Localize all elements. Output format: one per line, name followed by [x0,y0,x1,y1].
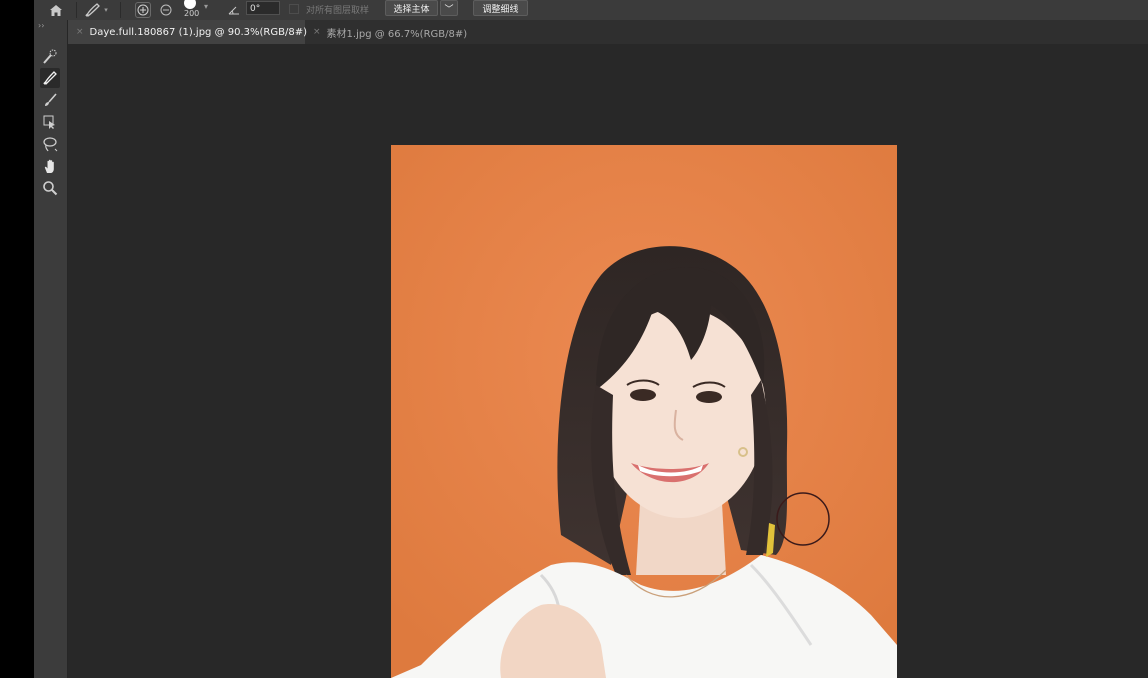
hand-tool[interactable] [40,156,60,176]
close-icon[interactable]: × [76,27,84,37]
chevron-down-icon: ▾ [104,6,108,14]
separator [120,2,121,18]
refine-edge-brush-tool[interactable] [40,68,60,88]
tab-label: Daye.full.180867 (1).jpg @ 90.3%(RGB/8#) [89,26,307,38]
document-image[interactable] [391,145,897,678]
options-bar: ▾ 200 ▾ 0° 对所有图层取样 选择主体 ﹀ 调整细线 [34,0,1148,21]
refine-edge-brush-icon [85,3,101,17]
select-subject-button[interactable]: 选择主体 [385,0,438,16]
brush-icon [45,93,57,106]
tab-label: 素材1.jpg @ 66.7%(RGB/8#) [326,28,468,40]
zoom-tool[interactable] [40,178,60,198]
select-subject-dropdown[interactable]: ﹀ [440,0,458,16]
add-to-selection-button[interactable] [134,0,152,20]
brush-tip-icon [184,0,196,9]
brush-size-value: 200 [184,9,200,18]
collapse-panel-button[interactable]: ›› [38,21,44,30]
chevron-down-icon[interactable]: ▾ [204,2,208,11]
object-selection-icon [43,115,55,129]
document-tab-bar: × Daye.full.180867 (1).jpg @ 90.3%(RGB/8… [68,20,1148,44]
sample-all-layers-checkbox[interactable] [289,4,299,14]
tools-panel: ›› [34,20,68,678]
angle-icon [228,6,239,15]
lasso-tool[interactable] [40,134,60,154]
separator [76,2,77,18]
refine-edge-brush-icon [43,71,57,85]
close-icon[interactable]: × [313,27,321,37]
subtract-from-selection-button[interactable] [157,0,175,20]
tool-preset-picker[interactable]: ▾ [80,0,112,20]
angle-input[interactable]: 0° [246,1,280,15]
lasso-icon [43,137,58,152]
quick-selection-tool[interactable] [40,47,60,67]
portrait-photo [391,145,897,678]
brush-tool[interactable] [40,90,60,110]
tab-sucai1-document[interactable]: × 素材1.jpg @ 66.7%(RGB/8#) [305,20,475,44]
chevron-down-icon: ﹀ [444,4,454,15]
object-selection-tool[interactable] [40,112,60,132]
screen-left-edge [0,0,34,678]
angle-label [226,0,242,20]
tab-daye-document[interactable]: × Daye.full.180867 (1).jpg @ 90.3%(RGB/8… [68,20,307,44]
magnifier-icon [43,181,58,196]
home-icon [50,4,62,16]
minus-circle-icon [160,4,172,16]
quick-selection-icon [43,49,57,64]
home-button[interactable] [46,0,66,20]
sample-all-layers-label: 对所有图层取样 [306,6,370,16]
refine-hair-button[interactable]: 调整细线 [473,0,528,16]
plus-circle-icon [135,2,151,18]
hand-icon [44,159,54,173]
